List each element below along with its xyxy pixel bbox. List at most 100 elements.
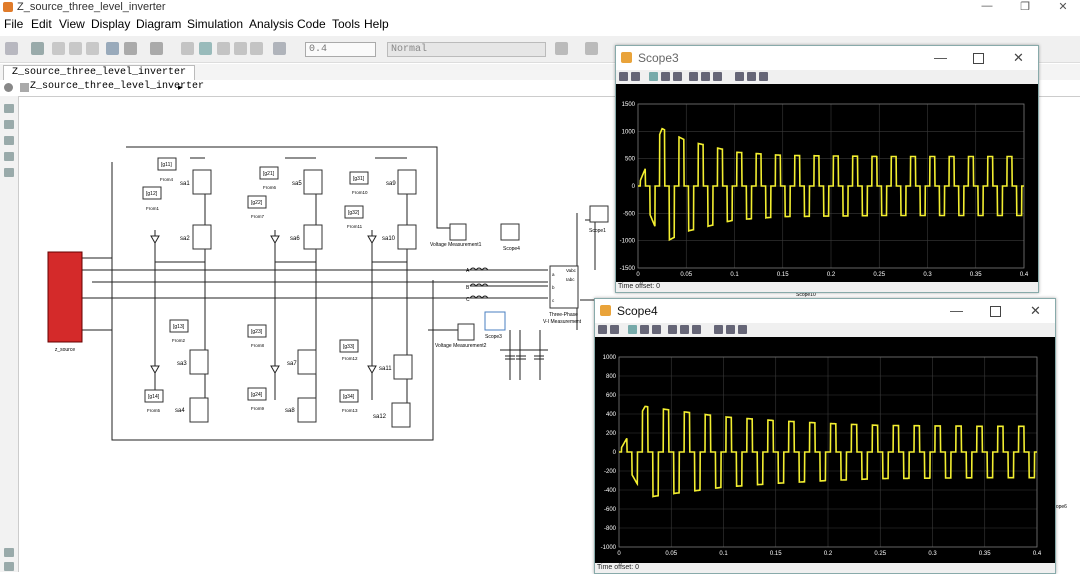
diode[interactable] bbox=[367, 235, 377, 245]
floating-icon[interactable] bbox=[714, 325, 723, 334]
scope4-block[interactable] bbox=[500, 223, 520, 241]
save-axes-icon[interactable] bbox=[701, 72, 710, 81]
goto-g23[interactable]: [g23] bbox=[247, 324, 267, 338]
scope3-titlebar[interactable]: Scope3 — ✕ bbox=[616, 46, 1038, 70]
capacitors[interactable] bbox=[505, 355, 544, 360]
goto-g31[interactable]: [g31] bbox=[349, 171, 369, 185]
simulation-mode-select[interactable]: Normal bbox=[387, 42, 546, 57]
voltage-measurement-2-block[interactable] bbox=[457, 323, 475, 341]
diode[interactable] bbox=[367, 365, 377, 375]
diode[interactable] bbox=[150, 235, 160, 245]
zoom-x-icon[interactable] bbox=[640, 325, 649, 334]
diode[interactable] bbox=[150, 365, 160, 375]
goto-g34[interactable]: [g34] bbox=[339, 389, 359, 403]
goto-g21[interactable]: [g21] bbox=[259, 166, 279, 180]
floating-icon[interactable] bbox=[735, 72, 744, 81]
minimize-button[interactable]: — bbox=[972, 0, 1002, 12]
igbt-switch[interactable] bbox=[303, 224, 323, 250]
restore-button[interactable]: ❐ bbox=[1010, 0, 1040, 13]
fit-view-icon[interactable] bbox=[4, 120, 14, 129]
properties-icon[interactable] bbox=[4, 562, 14, 571]
close-button[interactable]: ✕ bbox=[1048, 0, 1078, 13]
run-icon[interactable] bbox=[199, 42, 212, 55]
build-icon[interactable] bbox=[585, 42, 598, 55]
scope3-window[interactable]: Scope3 — ✕ 1500 1000 500 0 -500 -1000 -1500 0 0.… bbox=[615, 45, 1039, 293]
voltage-measurement-1-block[interactable] bbox=[449, 223, 467, 241]
annotation-icon[interactable] bbox=[4, 168, 14, 177]
hide-explorer-icon[interactable] bbox=[4, 83, 13, 92]
igbt-switch[interactable] bbox=[391, 402, 411, 428]
zoom-icon[interactable] bbox=[4, 104, 14, 113]
igbt-switch[interactable] bbox=[397, 169, 417, 195]
menu-code[interactable]: Code bbox=[297, 17, 326, 31]
save-axes-icon[interactable] bbox=[680, 325, 689, 334]
model-explorer-icon[interactable] bbox=[150, 42, 163, 55]
igbt-switch[interactable] bbox=[189, 349, 209, 375]
igbt-switch[interactable] bbox=[192, 169, 212, 195]
lock-icon[interactable] bbox=[747, 72, 756, 81]
menu-display[interactable]: Display bbox=[91, 17, 130, 31]
menu-simulation[interactable]: Simulation bbox=[187, 17, 243, 31]
autoscale-icon[interactable] bbox=[668, 325, 677, 334]
scope4-window[interactable]: Scope4 — ✕ 1000 800 600 400 200 0 -200 -400 -600… bbox=[594, 298, 1056, 574]
autoscale-icon[interactable] bbox=[689, 72, 698, 81]
diode[interactable] bbox=[270, 365, 280, 375]
menu-analysis[interactable]: Analysis bbox=[249, 17, 294, 31]
signal-select-icon[interactable] bbox=[759, 72, 768, 81]
igbt-switch[interactable] bbox=[297, 349, 317, 375]
forward-icon[interactable] bbox=[69, 42, 82, 55]
print-icon[interactable] bbox=[619, 72, 628, 81]
igbt-switch[interactable] bbox=[393, 354, 413, 380]
igbt-switch[interactable] bbox=[397, 224, 417, 250]
z-source-block[interactable] bbox=[47, 251, 83, 343]
settings-gear-icon[interactable] bbox=[124, 42, 137, 55]
scope3-plot[interactable]: 1500 1000 500 0 -500 -1000 -1500 0 0.05 0.1 0.15 0.… bbox=[616, 84, 1038, 282]
scope3-block[interactable] bbox=[484, 311, 506, 331]
record-icon[interactable] bbox=[273, 42, 286, 55]
goto-g32[interactable]: [g32] bbox=[344, 205, 364, 219]
step-back-icon[interactable] bbox=[181, 42, 194, 55]
igbt-switch[interactable] bbox=[297, 397, 317, 423]
settings-icon[interactable] bbox=[610, 325, 619, 334]
menu-edit[interactable]: Edit bbox=[31, 17, 52, 31]
goto-g13[interactable]: [g13] bbox=[169, 319, 189, 333]
zoom-x-icon[interactable] bbox=[661, 72, 670, 81]
signal-select-icon[interactable] bbox=[738, 325, 747, 334]
step-forward-icon[interactable] bbox=[234, 42, 247, 55]
goto-g11[interactable]: [g11] bbox=[157, 157, 177, 171]
goto-g22[interactable]: [g22] bbox=[247, 195, 267, 209]
scope3-maximize-button[interactable] bbox=[973, 53, 984, 64]
new-model-icon[interactable] bbox=[5, 42, 18, 55]
image-icon[interactable] bbox=[4, 152, 14, 161]
scope4-close-button[interactable]: ✕ bbox=[1030, 303, 1041, 319]
lock-icon[interactable] bbox=[726, 325, 735, 334]
scope4-plot[interactable]: 1000 800 600 400 200 0 -200 -400 -600 -800 -1000 0 0… bbox=[595, 337, 1055, 563]
restore-axes-icon[interactable] bbox=[692, 325, 701, 334]
goto-g33[interactable]: [g33] bbox=[339, 339, 359, 353]
library-browser-icon[interactable] bbox=[106, 42, 119, 55]
igbt-switch[interactable] bbox=[303, 169, 323, 195]
goto-g14[interactable]: [g14] bbox=[144, 389, 164, 403]
diode[interactable] bbox=[270, 235, 280, 245]
print-icon[interactable] bbox=[598, 325, 607, 334]
up-icon[interactable] bbox=[86, 42, 99, 55]
stop-time-input[interactable]: 0.4 bbox=[305, 42, 376, 57]
zoom-in-icon[interactable] bbox=[649, 72, 658, 81]
tab-model[interactable]: Z_source_three_level_inverter bbox=[3, 65, 196, 80]
stop-icon[interactable] bbox=[250, 42, 263, 55]
menu-tools[interactable]: Tools bbox=[332, 17, 360, 31]
goto-g12[interactable]: [g12] bbox=[142, 186, 162, 200]
breadcrumb-arrow-icon[interactable]: ▸ bbox=[178, 82, 183, 93]
menu-view[interactable]: View bbox=[59, 17, 85, 31]
menu-file[interactable]: File bbox=[4, 17, 23, 31]
settings-icon[interactable] bbox=[631, 72, 640, 81]
debug-icon[interactable] bbox=[555, 42, 568, 55]
menu-diagram[interactable]: Diagram bbox=[136, 17, 181, 31]
scope4-maximize-button[interactable] bbox=[990, 306, 1001, 317]
area-icon[interactable] bbox=[4, 548, 14, 557]
scope4-titlebar[interactable]: Scope4 — ✕ bbox=[595, 299, 1055, 323]
back-icon[interactable] bbox=[52, 42, 65, 55]
zoom-y-icon[interactable] bbox=[652, 325, 661, 334]
save-icon[interactable] bbox=[31, 42, 44, 55]
pause-icon[interactable] bbox=[217, 42, 230, 55]
